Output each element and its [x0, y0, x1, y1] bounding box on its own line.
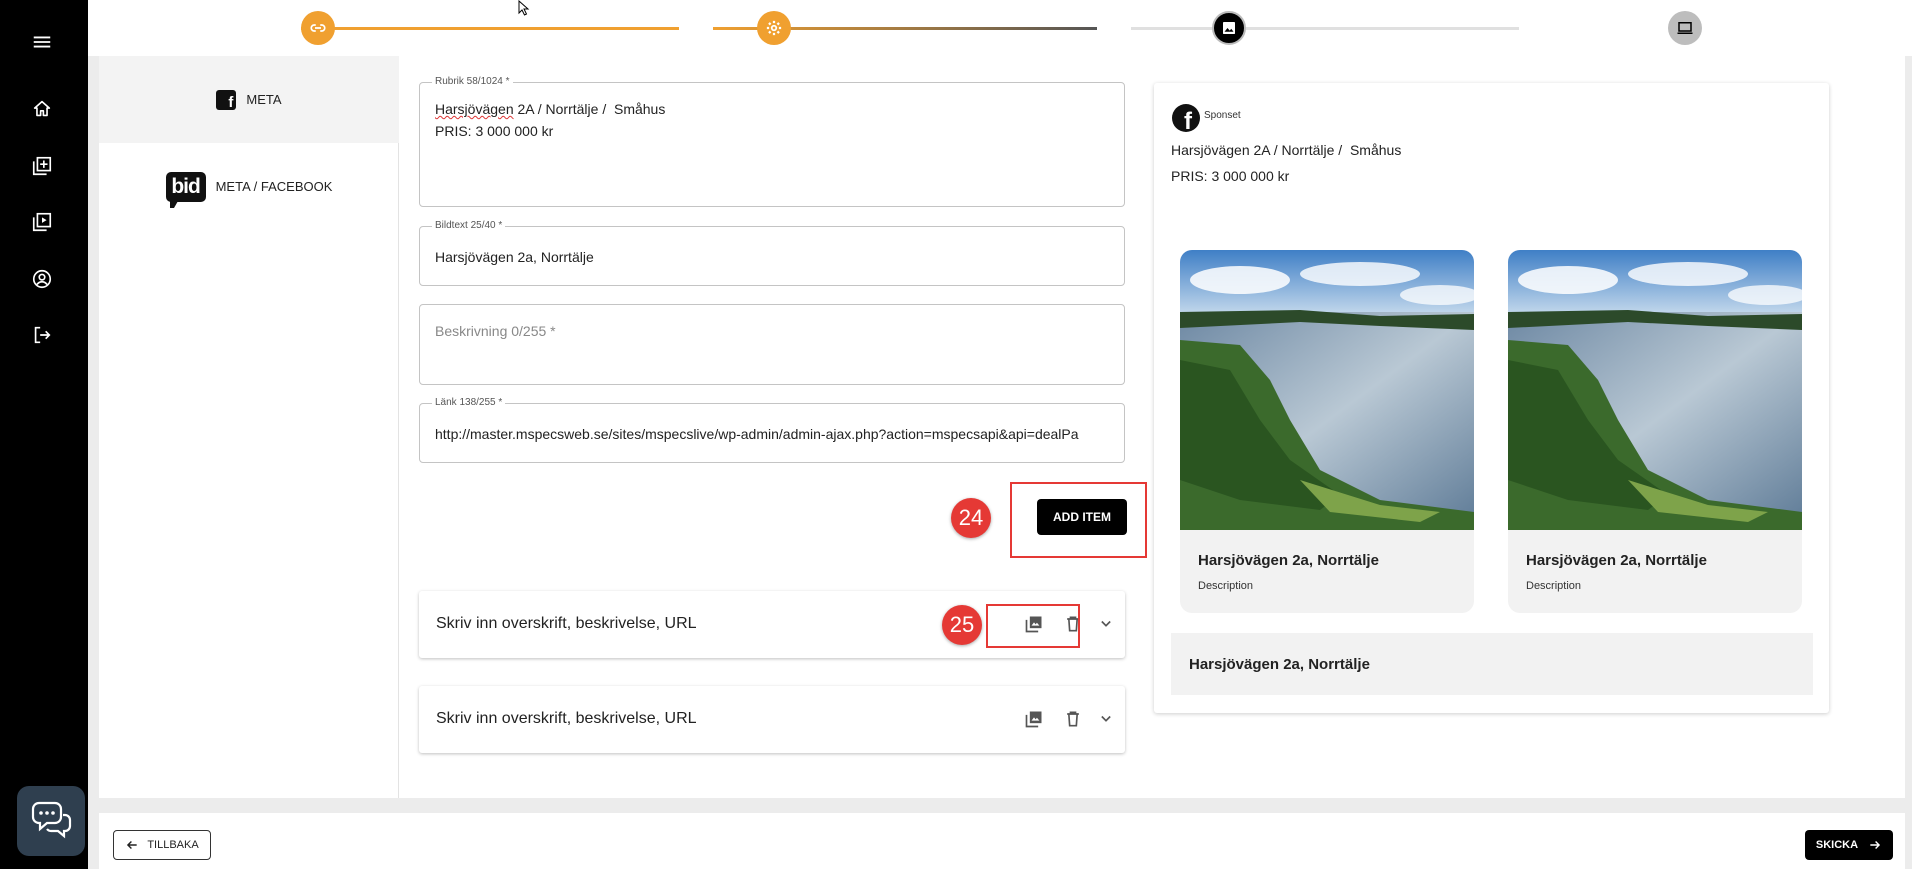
stepper-line-pending — [1131, 27, 1519, 30]
preview-card-description: Description — [1526, 580, 1582, 592]
lank-field[interactable]: Länk 138/255 * http://master.mspecsweb.s… — [419, 397, 1125, 463]
send-button-label: SKICKA — [1815, 839, 1859, 851]
step-link[interactable] — [301, 11, 335, 45]
link-icon — [310, 24, 326, 32]
facebook-icon: f — [1172, 104, 1200, 132]
annotation-badge-24: 24 — [951, 498, 991, 538]
logout-icon[interactable] — [28, 321, 56, 349]
annotation-box-25 — [986, 604, 1080, 648]
chat-support-button[interactable] — [17, 786, 85, 856]
image-library-icon[interactable] — [1023, 708, 1045, 730]
preview-card-image — [1508, 250, 1802, 530]
beskrivning-placeholder: Beskrivning 0/255 * — [435, 323, 556, 339]
step-image[interactable] — [1212, 11, 1246, 45]
preview-card-2: Harsjövägen 2a, Norrtälje Description — [1508, 250, 1802, 613]
arrow-right-icon — [1870, 841, 1881, 849]
preview-sponsored: Sponset — [1204, 110, 1241, 121]
mouse-cursor-icon — [518, 0, 530, 16]
arrow-left-icon — [127, 841, 137, 849]
annotation-box-24 — [1010, 482, 1147, 558]
account-circle-icon[interactable] — [28, 265, 56, 293]
computer-icon — [1677, 22, 1693, 34]
home-icon[interactable] — [28, 95, 56, 123]
facebook-icon: f — [216, 89, 237, 110]
image-icon — [1223, 22, 1235, 34]
tab-meta[interactable]: f META — [99, 56, 399, 143]
step-settings[interactable] — [757, 11, 791, 45]
rubrik-field[interactable]: Rubrik 58/1024 * Harsjövägen 2A / Norrtä… — [419, 76, 1125, 207]
preview-card-title: Harsjövägen 2a, Norrtälje — [1526, 552, 1707, 569]
lank-label: Länk 138/255 * — [432, 397, 506, 408]
video-library-icon[interactable] — [28, 208, 56, 236]
tab-meta-facebook[interactable]: bid META / FACEBOOK — [99, 143, 399, 230]
preview-card-description: Description — [1198, 580, 1254, 592]
tab-meta-facebook-label: META / FACEBOOK — [215, 179, 333, 194]
annotation-badge-25: 25 — [942, 605, 982, 645]
bildtext-value: Harsjövägen 2a, Norrtälje — [435, 249, 594, 265]
send-button[interactable]: SKICKA — [1805, 830, 1893, 860]
left-navigation — [0, 0, 88, 869]
rubrik-label: Rubrik 58/1024 * — [432, 76, 513, 87]
preview-card-title: Harsjövägen 2a, Norrtälje — [1198, 552, 1379, 569]
carousel-item-label: Skriv inn overskrift, beskrivelse, URL — [436, 615, 697, 632]
back-button-label: TILLBAKA — [147, 839, 199, 851]
footer-bar: TILLBAKA SKICKA — [99, 813, 1905, 869]
delete-icon[interactable] — [1062, 708, 1084, 730]
bildtext-field[interactable]: Bildtext 25/40 * Harsjövägen 2a, Norrtäl… — [419, 220, 1125, 286]
progress-stepper — [88, 0, 1912, 56]
menu-icon[interactable] — [28, 28, 56, 56]
back-button[interactable]: TILLBAKA — [113, 830, 211, 860]
carousel-item-label: Skriv inn overskrift, beskrivelse, URL — [436, 710, 697, 727]
rubrik-value-line2: PRIS: 3 000 000 kr — [435, 123, 554, 139]
chevron-down-icon[interactable] — [1095, 613, 1117, 635]
platform-tabs: f META bid META / FACEBOOK — [99, 56, 399, 798]
preview-card-image — [1180, 250, 1474, 530]
stepper-line-done — [301, 27, 679, 30]
rubrik-value: Harsjövägen 2A / Norrtälje / Småhus — [435, 101, 666, 117]
preview-bottom-bar: Harsjövägen 2a, Norrtälje — [1171, 633, 1813, 695]
carousel-item-2[interactable]: Skriv inn overskrift, beskrivelse, URL — [419, 686, 1125, 753]
bildtext-label: Bildtext 25/40 * — [432, 220, 506, 231]
ad-preview: f Sponset Harsjövägen 2A / Norrtälje / S… — [1154, 83, 1829, 713]
beskrivning-field[interactable]: Beskrivning 0/255 * — [419, 304, 1125, 385]
lank-value: http://master.mspecsweb.se/sites/mspecsl… — [435, 426, 1079, 442]
step-preview[interactable] — [1668, 11, 1702, 45]
add-library-icon[interactable] — [28, 152, 56, 180]
preview-headline: Harsjövägen 2A / Norrtälje / Småhus PRIS:… — [1171, 142, 1402, 184]
chat-icon — [31, 801, 72, 839]
settings-icon — [766, 20, 782, 36]
tab-meta-label: META — [246, 92, 282, 107]
preview-bottom-title: Harsjövägen 2a, Norrtälje — [1189, 656, 1370, 673]
preview-card-1: Harsjövägen 2a, Norrtälje Description — [1180, 250, 1474, 613]
chevron-down-icon[interactable] — [1095, 708, 1117, 730]
bid-logo: bid — [165, 171, 206, 208]
